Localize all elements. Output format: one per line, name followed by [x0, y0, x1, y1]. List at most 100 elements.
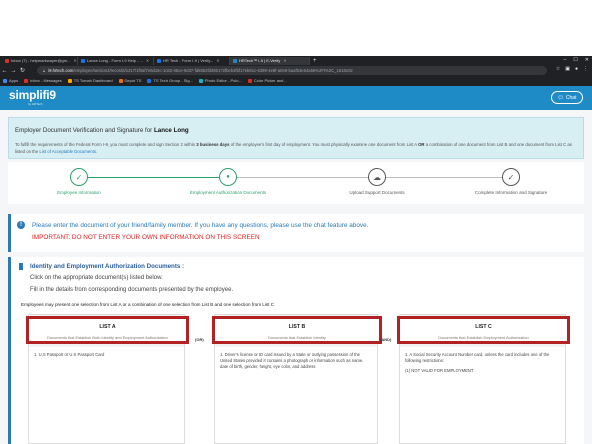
tab-label: Inbox (7) - helpmarkwayer@gm...	[11, 58, 71, 63]
info-banner: Employer Document Verification and Signa…	[8, 117, 584, 159]
tab-label: HR Tech - Form I-9 | Verify...	[163, 58, 214, 63]
close-icon[interactable]: ✕	[216, 58, 219, 63]
main-content: Employer Document Verification and Signa…	[0, 110, 592, 444]
list-description: Documents that Establish Both Identity a…	[47, 335, 168, 340]
step-employment-authorization[interactable]: ● Employment Authorization Documents	[168, 168, 288, 195]
bookmark-label: Photo Editor - Polo...	[204, 78, 242, 83]
step-complete-information[interactable]: ✓ Complete Information and Signature	[451, 168, 571, 195]
list-b-column: LIST B Documents that Establish Identity…	[212, 314, 382, 444]
tab-strip: Inbox (7) - helpmarkwayer@gm... ✕ Lance …	[0, 56, 592, 65]
list-b-header[interactable]: LIST B Documents that Establish Identity	[212, 316, 382, 344]
list-intro: Employees may present one selection from…	[21, 302, 275, 307]
list-b-items: 1. Driver's license or ID card issued by…	[215, 347, 377, 443]
minimize-icon[interactable]: –	[564, 57, 567, 63]
step-upload-support-documents[interactable]: ☁ Upload Support Documents	[317, 168, 437, 195]
app-header: simplifi9 by HRTech 💬︎ Chat	[0, 86, 592, 110]
bookmark-label: Inbox - Messages	[30, 78, 62, 83]
employee-name: Lance Long	[153, 127, 189, 134]
logo-subtitle: by HRTech	[28, 102, 43, 106]
acceptable-documents-link[interactable]: List of Acceptable Documents.	[39, 149, 97, 154]
step-label: Employment Authorization Documents	[189, 190, 267, 195]
section-instruction: Click on the appropriate document(s) lis…	[30, 275, 163, 281]
cloud-upload-icon: ☁	[368, 168, 386, 186]
chat-icon: 💬︎	[557, 94, 564, 101]
toolbar-icons: ☆ ▣ ● ⋮	[556, 66, 588, 72]
profile-icon[interactable]: ●	[575, 66, 578, 72]
url-field[interactable]: 🔒︎ i9.hrtech.com /employee/section2/reco…	[37, 66, 547, 75]
bookmark-favicon-icon	[198, 78, 203, 83]
or-separator: (OR)	[195, 337, 204, 342]
maximize-icon[interactable]: ☐	[573, 57, 577, 63]
list-c-column: LIST C Documents that Establish Employme…	[397, 314, 570, 444]
list-c-header[interactable]: LIST C Documents that Establish Employme…	[397, 316, 570, 344]
important-warning: IMPORTANT: DO NOT ENTER YOUR OWN INFORMA…	[32, 234, 260, 241]
chat-button[interactable]: 💬︎ Chat	[551, 91, 583, 104]
address-bar-row: ← → ↻ 🔒︎ i9.hrtech.com /employee/section…	[0, 65, 592, 76]
list-item[interactable]: 1. U.S Passport or U.S Passport Card	[34, 352, 179, 358]
bookmark[interactable]: Photo Editor - Polo...	[198, 78, 242, 83]
step-employee-information[interactable]: ✓ Employee Information	[19, 168, 139, 195]
bookmark-favicon-icon	[147, 78, 152, 83]
bookmark-label: TS Tech Group - Sig...	[153, 78, 193, 83]
list-title: LIST B	[288, 324, 306, 330]
bookmark[interactable]: Apps	[3, 78, 18, 83]
bookmarks-bar: Apps Inbox - Messages TS Tomah Dashboard…	[0, 76, 592, 85]
banner-text: To fulfill the requirements of the Feder…	[15, 141, 581, 155]
screenshot-frame: Inbox (7) - helpmarkwayer@gm... ✕ Lance …	[0, 0, 592, 444]
browser-tab[interactable]: HR Tech - Form I-9 | Verify... ✕	[154, 56, 230, 65]
back-icon[interactable]: ←	[0, 68, 9, 74]
extension-icon[interactable]: ▣	[565, 66, 570, 72]
bookmark-favicon-icon	[247, 78, 252, 83]
banner-text-mid: of the employee's first day of employmen…	[230, 142, 417, 147]
list-description: Documents that Establish Employment Auth…	[438, 335, 529, 340]
bookmark-favicon-icon	[67, 78, 72, 83]
browser-tab[interactable]: Lance Long - Form I-9 Help - ... ✕	[78, 56, 154, 65]
apps-icon	[3, 78, 7, 83]
bookmark[interactable]: TS Tomah Dashboard	[67, 78, 113, 83]
banner-text-start: To fulfill the requirements of the Feder…	[15, 142, 196, 147]
page-title: Employer Document Verification and Signa…	[15, 127, 189, 134]
check-icon: ✓	[502, 168, 520, 186]
section-instruction: Fill in the details from corresponding d…	[30, 287, 234, 293]
tab-favicon-icon	[81, 58, 85, 63]
tab-favicon-icon	[5, 58, 9, 63]
bookmark[interactable]: Depot TS	[118, 78, 141, 83]
bookmark-label: TS Tomah Dashboard	[73, 78, 113, 83]
current-step-icon: ●	[219, 168, 237, 186]
close-icon[interactable]: ✕	[283, 58, 286, 63]
tab-favicon-icon	[157, 58, 161, 63]
tab-label: Lance Long - Form I-9 Help - ...	[87, 58, 143, 63]
new-tab-button[interactable]: +	[313, 58, 317, 64]
bookmark[interactable]: Color Picker and...	[247, 78, 287, 83]
bookmark[interactable]: Inbox - Messages	[24, 78, 62, 83]
close-window-icon[interactable]: ✕	[585, 57, 589, 63]
and-separator: (AND)	[380, 337, 392, 342]
step-label: Upload Support Documents	[349, 190, 405, 195]
identity-documents-panel: Identity and Employment Authorization Do…	[8, 257, 584, 444]
info-icon: !	[17, 221, 25, 229]
bookmark-favicon-icon	[118, 78, 123, 83]
section-marker-icon	[19, 263, 23, 270]
list-item: (1) NOT VALID FOR EMPLOYMENT	[405, 368, 474, 373]
chat-label: Chat	[565, 94, 577, 101]
lock-icon: 🔒︎	[43, 68, 46, 73]
bookmark-favicon-icon	[24, 78, 29, 83]
list-item[interactable]: 1. A Social Security Account Number card…	[405, 352, 560, 364]
progress-stepper: ✓ Employee Information ● Employment Auth…	[8, 162, 584, 204]
bookmark[interactable]: TS Tech Group - Sig...	[147, 78, 193, 83]
list-description: Documents that Establish Identity	[268, 335, 326, 340]
list-a-header[interactable]: LIST A Documents that Establish Both Ide…	[26, 316, 189, 344]
menu-icon[interactable]: ⋮	[583, 66, 588, 72]
window-controls: – ☐ ✕	[564, 57, 589, 63]
browser-tab-active[interactable]: HRTech™ I-9 | E-Verify ✕	[230, 56, 310, 65]
title-prefix: Employer Document Verification and Signa…	[15, 127, 153, 134]
reload-icon[interactable]: ↻	[18, 67, 27, 74]
bookmark-label: Color Picker and...	[253, 78, 287, 83]
tab-favicon-icon	[233, 58, 237, 63]
list-item[interactable]: 1. Driver's license or ID card issued by…	[220, 352, 372, 370]
close-icon[interactable]: ✕	[73, 58, 76, 63]
star-icon[interactable]: ☆	[556, 66, 560, 72]
browser-tab[interactable]: Inbox (7) - helpmarkwayer@gm... ✕	[2, 56, 78, 65]
close-icon[interactable]: ✕	[146, 58, 149, 63]
forward-icon[interactable]: →	[9, 68, 18, 74]
